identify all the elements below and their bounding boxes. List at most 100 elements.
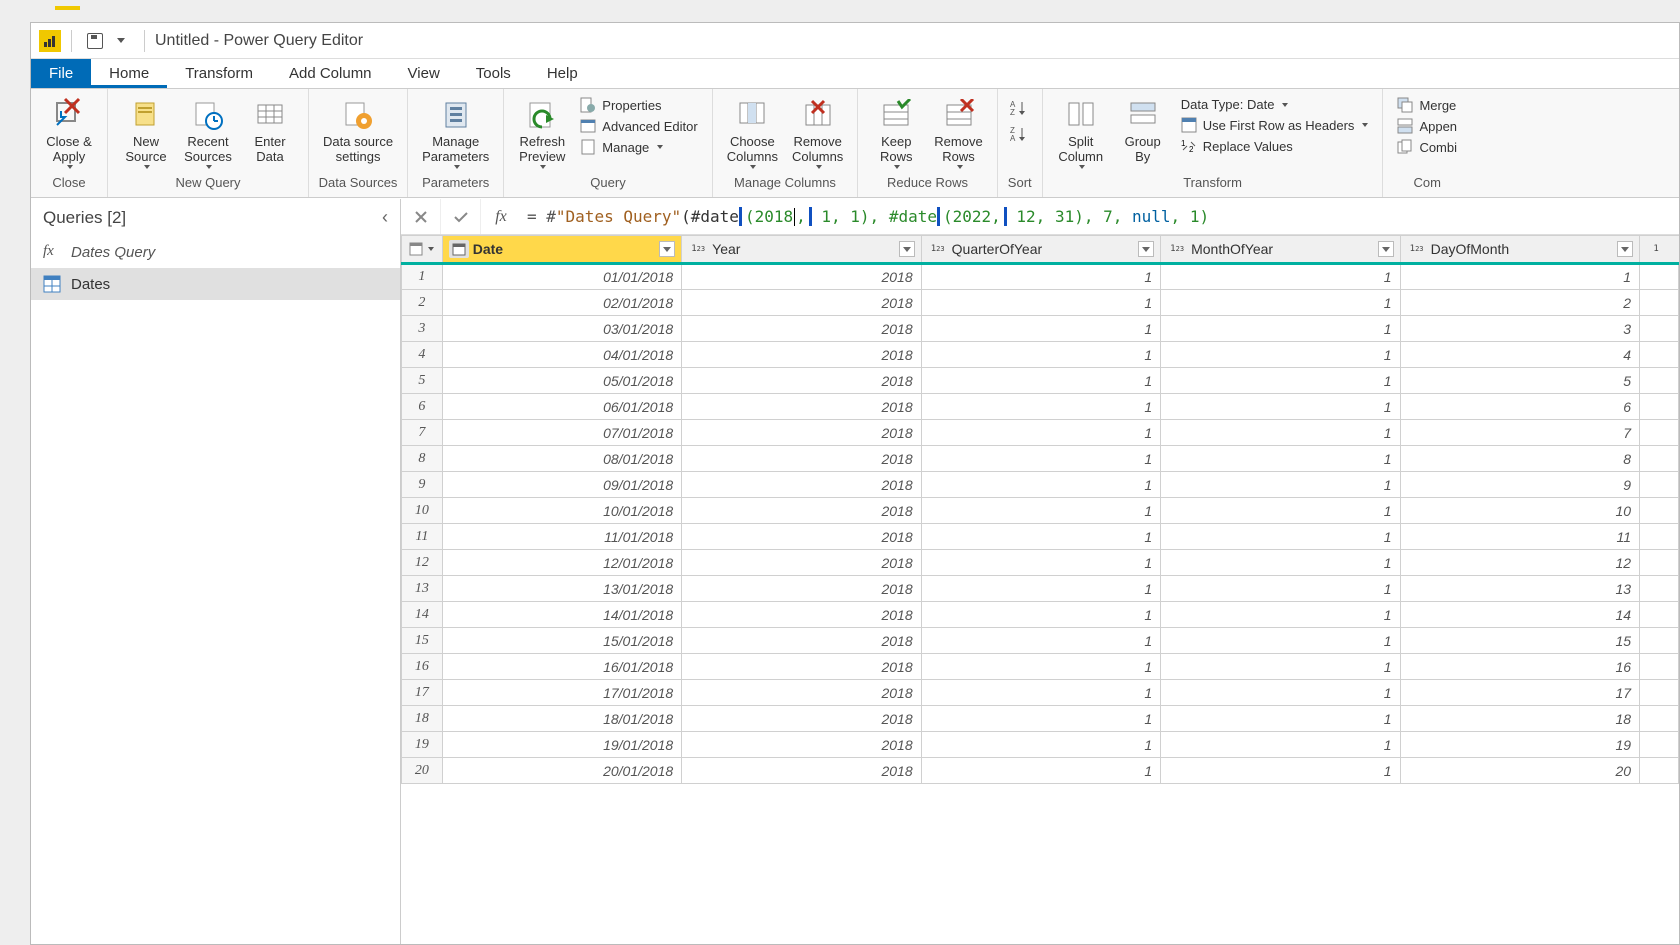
cell-year[interactable]: 2018 bbox=[682, 524, 921, 550]
group-by-button[interactable]: GroupBy bbox=[1113, 93, 1173, 169]
advanced-editor-button[interactable]: Advanced Editor bbox=[574, 116, 703, 136]
remove-columns-button[interactable]: RemoveColumns bbox=[786, 93, 849, 173]
data-grid[interactable]: Date 123Year 123QuarterOfYear 123MonthOf… bbox=[401, 235, 1679, 944]
column-header-day[interactable]: 123DayOfMonth bbox=[1400, 236, 1639, 264]
cell-year[interactable]: 2018 bbox=[682, 498, 921, 524]
data-type-button[interactable]: Data Type: Date bbox=[1175, 95, 1375, 114]
table-row[interactable]: 17 17/01/2018 2018 1 1 17 bbox=[402, 680, 1679, 706]
column-filter-dropdown[interactable] bbox=[1617, 241, 1633, 257]
cell-overflow[interactable] bbox=[1640, 550, 1679, 576]
table-row[interactable]: 20 20/01/2018 2018 1 1 20 bbox=[402, 758, 1679, 784]
cell-overflow[interactable] bbox=[1640, 498, 1679, 524]
table-row[interactable]: 15 15/01/2018 2018 1 1 15 bbox=[402, 628, 1679, 654]
table-row[interactable]: 10 10/01/2018 2018 1 1 10 bbox=[402, 498, 1679, 524]
cell-day[interactable]: 8 bbox=[1400, 446, 1639, 472]
cell-year[interactable]: 2018 bbox=[682, 550, 921, 576]
column-header-overflow[interactable]: 1 bbox=[1640, 236, 1679, 264]
cell-day[interactable]: 18 bbox=[1400, 706, 1639, 732]
cell-year[interactable]: 2018 bbox=[682, 446, 921, 472]
cell-day[interactable]: 19 bbox=[1400, 732, 1639, 758]
table-row[interactable]: 4 04/01/2018 2018 1 1 4 bbox=[402, 342, 1679, 368]
choose-columns-button[interactable]: ChooseColumns bbox=[721, 93, 784, 173]
cell-year[interactable]: 2018 bbox=[682, 420, 921, 446]
cell-overflow[interactable] bbox=[1640, 290, 1679, 316]
cell-month[interactable]: 1 bbox=[1161, 732, 1400, 758]
table-row[interactable]: 16 16/01/2018 2018 1 1 16 bbox=[402, 654, 1679, 680]
cell-month[interactable]: 1 bbox=[1161, 628, 1400, 654]
cell-day[interactable]: 20 bbox=[1400, 758, 1639, 784]
collapse-queries-icon[interactable]: ‹ bbox=[382, 207, 388, 228]
cell-month[interactable]: 1 bbox=[1161, 290, 1400, 316]
cell-day[interactable]: 17 bbox=[1400, 680, 1639, 706]
cell-date[interactable]: 11/01/2018 bbox=[442, 524, 681, 550]
cell-month[interactable]: 1 bbox=[1161, 446, 1400, 472]
cell-year[interactable]: 2018 bbox=[682, 680, 921, 706]
cell-overflow[interactable] bbox=[1640, 732, 1679, 758]
cell-year[interactable]: 2018 bbox=[682, 472, 921, 498]
replace-values-button[interactable]: 12Replace Values bbox=[1175, 136, 1375, 156]
combine-files-button[interactable]: Combi bbox=[1391, 137, 1463, 157]
cell-overflow[interactable] bbox=[1640, 368, 1679, 394]
cell-year[interactable]: 2018 bbox=[682, 342, 921, 368]
save-button[interactable] bbox=[85, 31, 105, 51]
cell-date[interactable]: 03/01/2018 bbox=[442, 316, 681, 342]
table-row[interactable]: 1 01/01/2018 2018 1 1 1 bbox=[402, 264, 1679, 290]
customize-qat-dropdown[interactable] bbox=[111, 31, 131, 51]
column-header-month[interactable]: 123MonthOfYear bbox=[1161, 236, 1400, 264]
cell-overflow[interactable] bbox=[1640, 316, 1679, 342]
cell-quarter[interactable]: 1 bbox=[921, 264, 1160, 290]
cell-year[interactable]: 2018 bbox=[682, 706, 921, 732]
keep-rows-button[interactable]: KeepRows bbox=[866, 93, 926, 173]
query-item-dates[interactable]: Dates bbox=[31, 268, 400, 300]
cell-date[interactable]: 08/01/2018 bbox=[442, 446, 681, 472]
cell-month[interactable]: 1 bbox=[1161, 680, 1400, 706]
manage-query-button[interactable]: Manage bbox=[574, 137, 703, 157]
table-row[interactable]: 11 11/01/2018 2018 1 1 11 bbox=[402, 524, 1679, 550]
cell-year[interactable]: 2018 bbox=[682, 576, 921, 602]
data-source-settings-button[interactable]: Data sourcesettings bbox=[317, 93, 399, 169]
cell-date[interactable]: 09/01/2018 bbox=[442, 472, 681, 498]
cell-overflow[interactable] bbox=[1640, 680, 1679, 706]
cell-day[interactable]: 2 bbox=[1400, 290, 1639, 316]
split-column-button[interactable]: SplitColumn bbox=[1051, 93, 1111, 173]
cell-month[interactable]: 1 bbox=[1161, 706, 1400, 732]
cell-quarter[interactable]: 1 bbox=[921, 290, 1160, 316]
cell-year[interactable]: 2018 bbox=[682, 316, 921, 342]
cell-overflow[interactable] bbox=[1640, 394, 1679, 420]
cell-quarter[interactable]: 1 bbox=[921, 680, 1160, 706]
cell-month[interactable]: 1 bbox=[1161, 576, 1400, 602]
formula-input[interactable]: = #"Dates Query"(#date(2018, 1, 1), #dat… bbox=[521, 207, 1679, 227]
cell-date[interactable]: 20/01/2018 bbox=[442, 758, 681, 784]
cell-year[interactable]: 2018 bbox=[682, 394, 921, 420]
table-row[interactable]: 6 06/01/2018 2018 1 1 6 bbox=[402, 394, 1679, 420]
cell-date[interactable]: 02/01/2018 bbox=[442, 290, 681, 316]
cell-year[interactable]: 2018 bbox=[682, 368, 921, 394]
tab-help[interactable]: Help bbox=[529, 59, 596, 88]
table-row[interactable]: 2 02/01/2018 2018 1 1 2 bbox=[402, 290, 1679, 316]
cell-date[interactable]: 18/01/2018 bbox=[442, 706, 681, 732]
table-row[interactable]: 19 19/01/2018 2018 1 1 19 bbox=[402, 732, 1679, 758]
column-filter-dropdown[interactable] bbox=[1138, 241, 1154, 257]
cell-year[interactable]: 2018 bbox=[682, 264, 921, 290]
column-header-year[interactable]: 123Year bbox=[682, 236, 921, 264]
cell-quarter[interactable]: 1 bbox=[921, 628, 1160, 654]
cell-quarter[interactable]: 1 bbox=[921, 602, 1160, 628]
cell-day[interactable]: 6 bbox=[1400, 394, 1639, 420]
cell-year[interactable]: 2018 bbox=[682, 628, 921, 654]
tab-home[interactable]: Home bbox=[91, 59, 167, 88]
table-row[interactable]: 8 08/01/2018 2018 1 1 8 bbox=[402, 446, 1679, 472]
tab-view[interactable]: View bbox=[390, 59, 458, 88]
sort-desc-button[interactable]: ZA bbox=[1008, 123, 1032, 145]
cell-date[interactable]: 04/01/2018 bbox=[442, 342, 681, 368]
cell-day[interactable]: 14 bbox=[1400, 602, 1639, 628]
cell-date[interactable]: 14/01/2018 bbox=[442, 602, 681, 628]
merge-queries-button[interactable]: Merge bbox=[1391, 95, 1463, 115]
cell-quarter[interactable]: 1 bbox=[921, 342, 1160, 368]
cell-overflow[interactable] bbox=[1640, 628, 1679, 654]
cell-day[interactable]: 1 bbox=[1400, 264, 1639, 290]
formula-cancel-button[interactable] bbox=[401, 199, 441, 234]
properties-button[interactable]: Properties bbox=[574, 95, 703, 115]
cell-quarter[interactable]: 1 bbox=[921, 472, 1160, 498]
table-row[interactable]: 5 05/01/2018 2018 1 1 5 bbox=[402, 368, 1679, 394]
cell-month[interactable]: 1 bbox=[1161, 472, 1400, 498]
